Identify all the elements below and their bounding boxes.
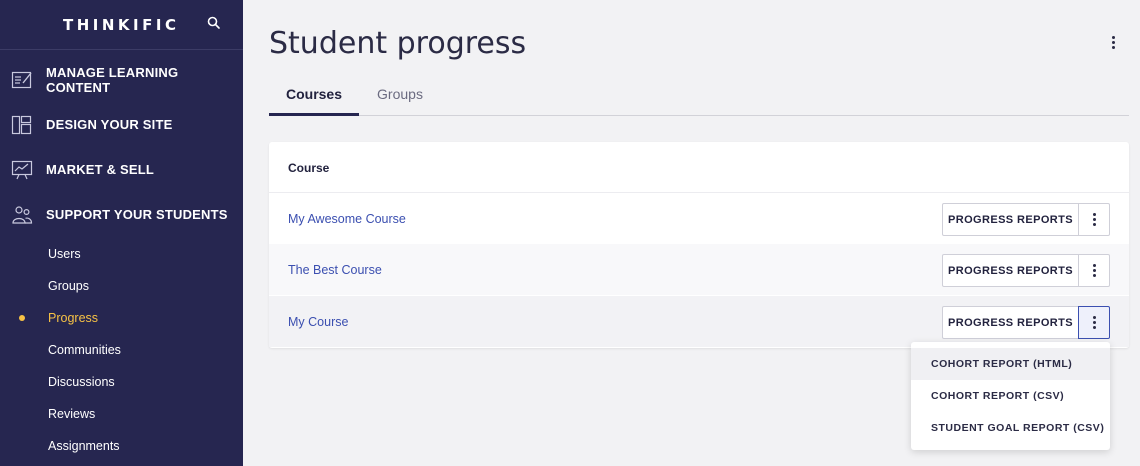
sidebar-item-label: Reviews: [48, 407, 96, 421]
report-options-kebab-icon[interactable]: [1078, 254, 1110, 287]
nav-manage-learning-content[interactable]: MANAGE LEARNING CONTENT: [0, 57, 243, 102]
sidebar-item-discussions[interactable]: Discussions: [0, 366, 243, 398]
menu-item-student-goal-report-csv[interactable]: STUDENT GOAL REPORT (CSV): [911, 412, 1110, 444]
sidebar-item-label: Progress: [48, 311, 99, 325]
dot: [1092, 223, 1096, 226]
sidebar-item-users[interactable]: Users: [0, 238, 243, 270]
dot: [1092, 269, 1096, 272]
dot: [1111, 35, 1115, 39]
thinkific-logo[interactable]: THINKIFIC: [63, 16, 179, 34]
report-options-kebab-icon[interactable]: [1078, 203, 1110, 236]
progress-reports-group: PROGRESS REPORTS: [942, 306, 1111, 339]
progress-reports-group: PROGRESS REPORTS: [942, 254, 1111, 287]
table-row: My Awesome Course PROGRESS REPORTS: [269, 193, 1129, 244]
nav-label: MANAGE LEARNING CONTENT: [46, 64, 179, 95]
progress-reports-button[interactable]: PROGRESS REPORTS: [942, 203, 1079, 236]
brand-bar: THINKIFIC: [0, 0, 243, 50]
tab-groups[interactable]: Groups: [367, 80, 433, 116]
table-header: Course: [269, 142, 1129, 193]
dot: [1092, 218, 1096, 221]
nav-design-your-site[interactable]: DESIGN YOUR SITE: [0, 102, 243, 147]
sidebar-item-label: Assignments: [48, 439, 120, 453]
sidebar-item-label: Groups: [48, 279, 89, 293]
course-link[interactable]: My Awesome Course: [288, 212, 406, 226]
tab-courses[interactable]: Courses: [269, 80, 359, 116]
sidebar-item-reviews[interactable]: Reviews: [0, 398, 243, 430]
sidebar-item-communities[interactable]: Communities: [0, 334, 243, 366]
dot: [1111, 40, 1115, 44]
report-options-menu: COHORT REPORT (HTML) COHORT REPORT (CSV)…: [911, 342, 1110, 450]
progress-reports-button[interactable]: PROGRESS REPORTS: [942, 254, 1079, 287]
sidebar-item-progress[interactable]: Progress: [0, 302, 243, 334]
search-icon[interactable]: [206, 15, 222, 31]
edit-content-icon: [11, 71, 32, 88]
nav-market-and-sell[interactable]: MARKET & SELL: [0, 147, 243, 192]
course-link[interactable]: The Best Course: [288, 263, 382, 277]
page-options-kebab-icon[interactable]: [1104, 33, 1122, 51]
active-indicator: [19, 315, 25, 321]
dot: [1092, 213, 1096, 216]
dot: [1092, 264, 1096, 267]
tab-bar: Courses Groups: [269, 80, 1129, 116]
sidebar-item-groups[interactable]: Groups: [0, 270, 243, 302]
column-header-course: Course: [288, 161, 330, 175]
nav-label: DESIGN YOUR SITE: [46, 117, 173, 132]
progress-reports-group: PROGRESS REPORTS: [942, 203, 1111, 236]
courses-table: Course My Awesome Course PROGRESS REPORT…: [269, 142, 1129, 348]
progress-reports-button[interactable]: PROGRESS REPORTS: [942, 306, 1079, 339]
sidebar-item-label: Communities: [48, 343, 121, 357]
presentation-chart-icon: [11, 160, 33, 179]
dot: [1111, 45, 1115, 49]
dot: [1092, 326, 1096, 329]
nav-support-your-students[interactable]: SUPPORT YOUR STUDENTS: [0, 192, 243, 237]
report-options-kebab-icon[interactable]: [1078, 306, 1110, 339]
sidebar-item-assignments[interactable]: Assignments: [0, 430, 243, 462]
table-row: My Course PROGRESS REPORTS: [269, 296, 1129, 347]
nav-label: MARKET & SELL: [46, 162, 155, 177]
dot: [1092, 316, 1096, 319]
dot: [1092, 321, 1096, 324]
sidebar-item-label: Discussions: [48, 375, 115, 389]
table-row: The Best Course PROGRESS REPORTS: [269, 244, 1129, 295]
nav-label: SUPPORT YOUR STUDENTS: [46, 207, 228, 222]
page-title: Student progress: [269, 26, 527, 61]
sidebar: THINKIFIC MANAGE LEARNING CONTENT DESIGN…: [0, 0, 243, 466]
layout-icon: [11, 115, 32, 134]
users-icon: [12, 205, 33, 224]
dot: [1092, 274, 1096, 277]
menu-item-cohort-report-html[interactable]: COHORT REPORT (HTML): [911, 348, 1110, 380]
course-link[interactable]: My Course: [288, 315, 348, 329]
menu-item-cohort-report-csv[interactable]: COHORT REPORT (CSV): [911, 380, 1110, 412]
sidebar-item-label: Users: [48, 247, 81, 261]
